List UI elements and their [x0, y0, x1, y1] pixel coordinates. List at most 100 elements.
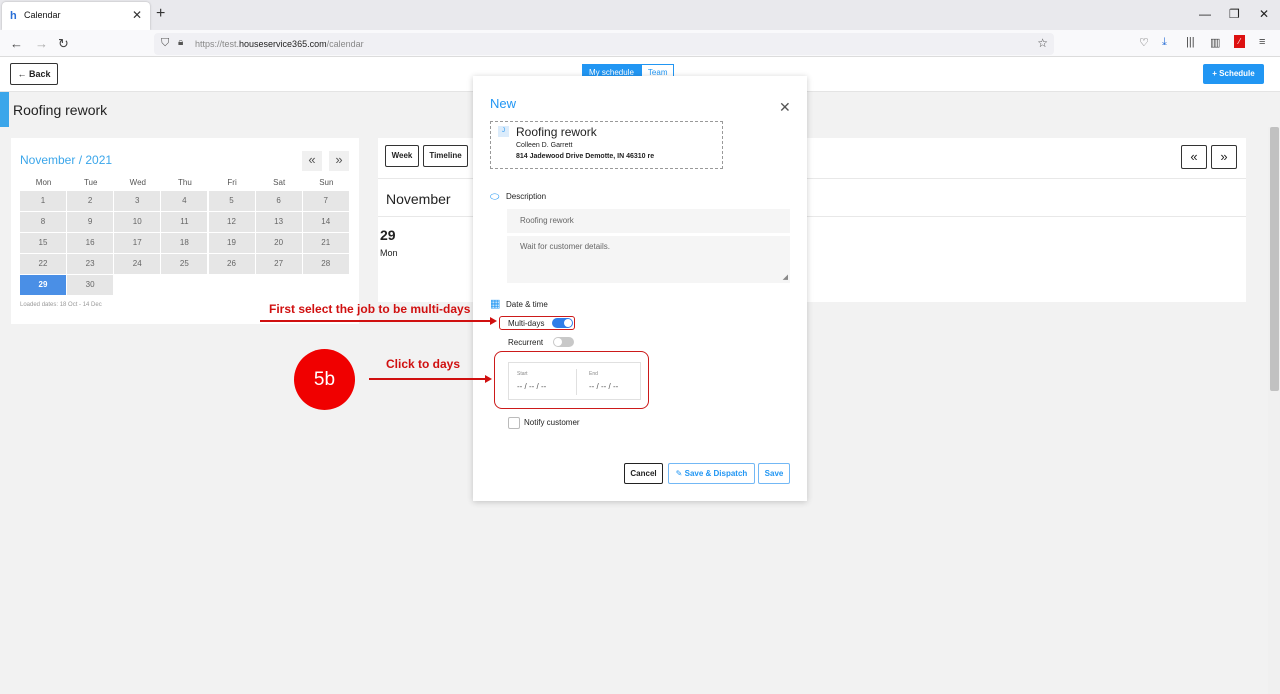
recurrent-toggle[interactable]: [553, 337, 574, 347]
description-input[interactable]: Roofing rework: [507, 209, 790, 233]
calendar-week-row: 8 9 10 11 12 13 14: [20, 212, 350, 232]
save-dispatch-button[interactable]: ✎ Save & Dispatch: [668, 463, 755, 484]
new-job-modal: New ✕ J Roofing rework Colleen D. Garret…: [473, 76, 807, 501]
page-title: Roofing rework: [13, 102, 108, 118]
calendar-day[interactable]: 4: [161, 191, 208, 211]
library-icon[interactable]: |||: [1186, 36, 1195, 48]
calendar-day[interactable]: 27: [255, 254, 302, 274]
calendar-day[interactable]: 3: [114, 191, 161, 211]
calendar-week-row: 22 23 24 25 26 27 28: [20, 254, 350, 274]
calendar-day[interactable]: 15: [20, 233, 66, 253]
notify-checkbox[interactable]: [508, 417, 520, 429]
resize-handle-icon[interactable]: ◢: [783, 273, 788, 281]
minimize-icon[interactable]: —: [1199, 7, 1211, 21]
weekday-label: Sat: [273, 178, 286, 187]
week-panel-month: November: [386, 191, 451, 207]
calendar-day[interactable]: 7: [302, 191, 349, 211]
divider: [576, 369, 577, 395]
window-close-icon[interactable]: ✕: [1259, 7, 1269, 21]
weekday-label: Tue: [83, 178, 98, 187]
pocket-icon[interactable]: ♡: [1139, 36, 1149, 49]
calendar-day-selected[interactable]: 29: [20, 275, 66, 295]
calendar-day[interactable]: 22: [20, 254, 66, 274]
calendar-day[interactable]: 18: [161, 233, 208, 253]
start-date-input[interactable]: -- / -- / --: [517, 382, 546, 391]
sidebar-icon[interactable]: ▥: [1210, 36, 1220, 49]
scrollbar-thumb[interactable]: [1270, 127, 1279, 391]
calendar-day[interactable]: 20: [255, 233, 302, 253]
end-label: End: [589, 371, 598, 377]
restore-icon[interactable]: ❐: [1229, 7, 1240, 21]
weekday-label: Fri: [227, 178, 237, 187]
calendar-day[interactable]: 9: [67, 212, 114, 232]
close-icon[interactable]: ✕: [779, 99, 791, 116]
next-month-button[interactable]: »: [329, 151, 349, 171]
calendar-day[interactable]: 19: [208, 233, 255, 253]
multidays-toggle[interactable]: [552, 318, 573, 328]
address-bar[interactable]: ⛉ 🔒︎ https://test.houseservice365.com/ca…: [154, 33, 1054, 55]
calendar-day[interactable]: 13: [255, 212, 302, 232]
weekday-label: Mon: [35, 178, 52, 187]
calendar-day[interactable]: 6: [255, 191, 302, 211]
annotation-arrow-line: [369, 378, 486, 380]
weekday-label: Sun: [319, 178, 334, 187]
download-icon[interactable]: ⤓: [1162, 36, 1167, 49]
date-range-field[interactable]: Start -- / -- / -- End -- / -- / --: [508, 362, 641, 400]
annotation-multidays: First select the job to be multi-days: [269, 302, 471, 316]
calendar-day[interactable]: 16: [67, 233, 114, 253]
save-dispatch-label: Save & Dispatch: [684, 469, 748, 478]
calendar-day[interactable]: 17: [114, 233, 161, 253]
new-tab-icon[interactable]: +: [156, 5, 165, 23]
timeline-view-button[interactable]: Timeline: [423, 145, 468, 167]
tab-title: Calendar: [24, 10, 61, 20]
calendar-day[interactable]: 12: [208, 212, 255, 232]
calendar-day[interactable]: 11: [161, 212, 208, 232]
calendar-day[interactable]: 25: [161, 254, 208, 274]
save-button[interactable]: Save: [758, 463, 790, 484]
calendar-day[interactable]: 23: [67, 254, 114, 274]
calendar-day[interactable]: 5: [208, 191, 255, 211]
next-week-button[interactable]: »: [1211, 145, 1237, 169]
week-view-button[interactable]: Week: [385, 145, 419, 167]
weekday-label: Thu: [178, 178, 192, 187]
schedule-button[interactable]: + Schedule: [1203, 64, 1264, 84]
reload-icon[interactable]: ↻: [58, 36, 69, 52]
calendar-week-row: 1234567: [20, 191, 350, 211]
annotation-arrow-head-icon: [490, 317, 497, 325]
shield-icon[interactable]: ⛉: [161, 37, 169, 50]
annotation-arrow-head-icon: [485, 375, 492, 383]
job-customer: Colleen D. Garrett: [516, 142, 573, 149]
calendar-day[interactable]: 24: [114, 254, 161, 274]
bookmark-star-icon[interactable]: ☆: [1037, 36, 1048, 50]
datetime-label: Date & time: [506, 300, 548, 309]
menu-icon[interactable]: ≡: [1259, 36, 1265, 48]
browser-tab-bar: h Calendar ✕ + — ❐ ✕: [0, 0, 1280, 30]
job-card[interactable]: J Roofing rework Colleen D. Garrett 814 …: [490, 121, 723, 169]
notes-text: Wait for customer details.: [520, 242, 610, 251]
prev-month-button[interactable]: «: [302, 151, 322, 171]
calendar-day[interactable]: 10: [114, 212, 161, 232]
toggle-knob: [564, 319, 572, 327]
weekday-label: Wed: [129, 178, 146, 187]
back-button[interactable]: ← Back: [10, 63, 58, 85]
calendar-day[interactable]: 1: [20, 191, 66, 211]
browser-tab[interactable]: h Calendar ✕: [2, 2, 150, 30]
extension-icon[interactable]: ⁄: [1234, 35, 1245, 48]
cancel-button[interactable]: Cancel: [624, 463, 663, 484]
end-date-input[interactable]: -- / -- / --: [589, 382, 618, 391]
mini-calendar-grid: Mon Tue Wed Thu Fri Sat Sun 1 2 3 4 5 6 7 8 9 10 11 12 13 1…: [20, 178, 350, 295]
calendar-day[interactable]: 28: [302, 254, 349, 274]
url-text: https://test.houseservice365.com/calenda…: [195, 39, 364, 49]
tab-close-icon[interactable]: ✕: [132, 8, 142, 22]
forward-arrow-icon[interactable]: →: [35, 36, 48, 51]
calendar-day[interactable]: 8: [20, 212, 66, 232]
calendar-day[interactable]: 21: [302, 233, 349, 253]
lock-icon[interactable]: 🔒︎: [178, 37, 183, 48]
calendar-day[interactable]: 14: [302, 212, 349, 232]
calendar-day[interactable]: 30: [67, 275, 114, 295]
prev-week-button[interactable]: «: [1181, 145, 1207, 169]
back-arrow-icon[interactable]: ←: [10, 36, 23, 51]
calendar-day[interactable]: 2: [67, 191, 114, 211]
calendar-day[interactable]: 26: [208, 254, 255, 274]
notes-textarea[interactable]: Wait for customer details. ◢: [507, 236, 790, 283]
